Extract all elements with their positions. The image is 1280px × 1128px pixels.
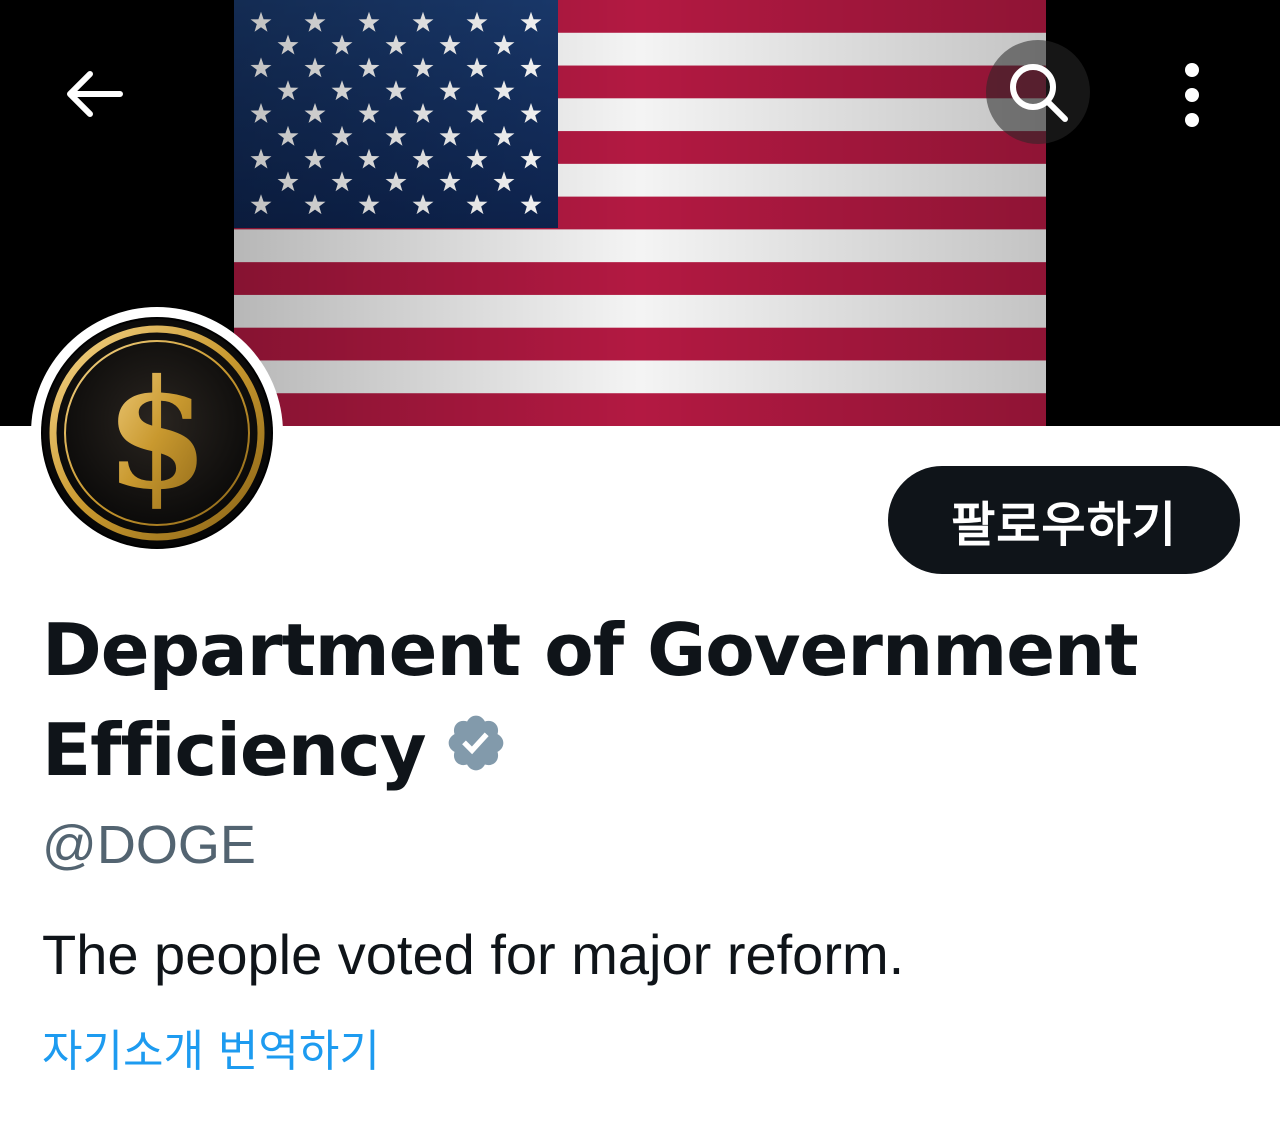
verified-badge-icon[interactable]	[444, 700, 508, 800]
profile-bio: The people voted for major reform.	[42, 923, 905, 986]
profile-page: $ 팔로우하기 Department of Government Efficie…	[0, 0, 1280, 1128]
search-button[interactable]	[986, 40, 1090, 144]
more-options-button[interactable]	[1150, 50, 1234, 140]
arrow-left-icon	[67, 71, 123, 117]
profile-display-name: Department of Government Efficiency	[42, 600, 1232, 800]
follow-button[interactable]: 팔로우하기	[888, 466, 1240, 574]
more-vertical-icon	[1185, 63, 1199, 127]
back-button[interactable]	[48, 52, 140, 136]
profile-handle: @DOGE	[42, 815, 256, 875]
translate-bio-link[interactable]: 자기소개 번역하기	[42, 1022, 380, 1082]
dollar-coin-image: $	[41, 317, 273, 549]
svg-text:$: $	[105, 347, 209, 523]
american-flag-image	[234, 0, 1046, 426]
display-name-text: Department of Government Efficiency	[42, 608, 1139, 792]
profile-avatar[interactable]: $	[31, 307, 283, 559]
search-icon	[1010, 64, 1068, 122]
